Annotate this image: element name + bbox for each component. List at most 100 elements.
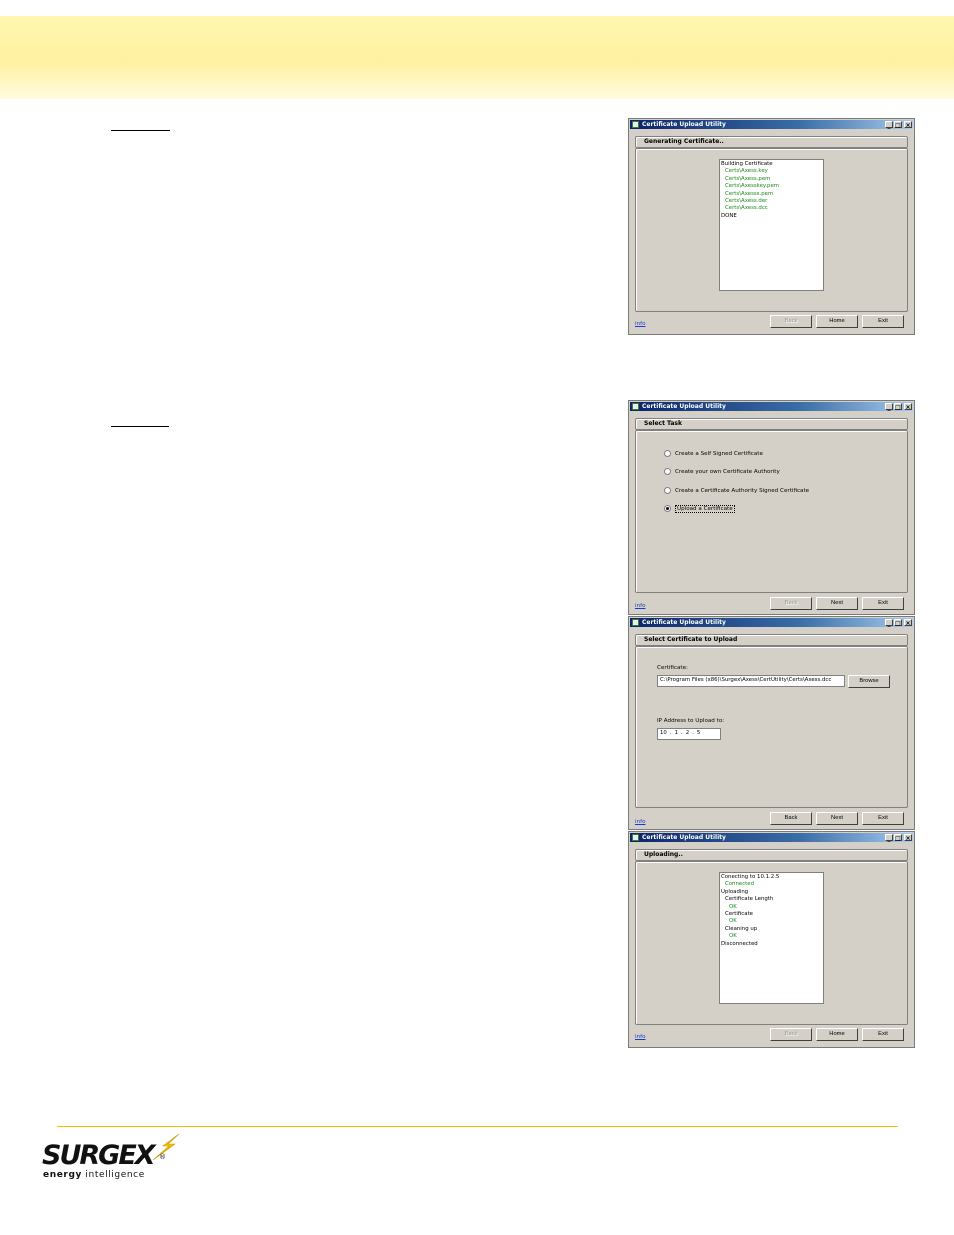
- app-icon: [632, 403, 639, 410]
- ip-dot: .: [692, 730, 694, 736]
- radio-label: Upload a Certificate: [675, 505, 735, 513]
- ip-dot: .: [669, 730, 672, 736]
- exit-button[interactable]: Exit: [862, 597, 904, 610]
- exit-button[interactable]: Exit: [862, 812, 904, 825]
- log-line: Cleaning up: [725, 925, 758, 932]
- group-header: Generating Certificate..: [635, 136, 908, 148]
- info-link[interactable]: info: [635, 1034, 646, 1040]
- browse-button[interactable]: Browse: [848, 675, 890, 688]
- registered-mark: ®: [159, 1153, 166, 1161]
- group-title: Select Certificate to Upload: [644, 636, 738, 643]
- close-icon[interactable]: ×: [904, 403, 912, 411]
- log-line: Certs\Axess.dcc: [725, 205, 768, 212]
- log-line: OK: [729, 903, 737, 910]
- header-band: [0, 16, 954, 99]
- ip-address-label: IP Address to Upload to:: [657, 718, 725, 724]
- info-link[interactable]: info: [635, 819, 646, 825]
- back-button[interactable]: Back: [770, 315, 812, 328]
- radio-label: Create a Certificate Authority Signed Ce…: [675, 488, 810, 494]
- log-output[interactable]: Building Certificate Certs\Axess.key Certs…: [719, 159, 824, 291]
- log-line: Certs\Axess.der: [725, 198, 768, 205]
- group-header: Uploading..: [635, 849, 908, 861]
- log-line: Conecting to 10.1.2.5: [721, 874, 780, 880]
- close-icon[interactable]: ×: [904, 121, 912, 129]
- back-button[interactable]: Back: [770, 597, 812, 610]
- log-line: Certificate Length: [725, 896, 774, 903]
- log-line: OK: [729, 918, 737, 925]
- ip-octet: 10: [660, 730, 667, 736]
- maximize-icon[interactable]: □: [894, 403, 902, 411]
- certificate-path-input[interactable]: C:\Program Files (x86)\Surgex\Axess\Cert…: [657, 675, 845, 687]
- log-line: Connected: [725, 881, 755, 888]
- window-title: Certificate Upload Utility: [642, 619, 726, 626]
- window-titlebar[interactable]: Certificate Upload Utility _ □ ×: [630, 120, 913, 129]
- footer-rule: [57, 1126, 898, 1127]
- radio-button-selected[interactable]: [664, 505, 671, 512]
- window-title: Certificate Upload Utility: [642, 121, 726, 128]
- window-titlebar[interactable]: Certificate Upload Utility _ □ ×: [630, 402, 913, 411]
- info-link[interactable]: info: [635, 603, 646, 609]
- step-heading-underline: [111, 130, 170, 131]
- close-icon[interactable]: ×: [904, 619, 912, 627]
- minimize-icon[interactable]: _: [885, 834, 893, 842]
- minimize-icon[interactable]: _: [885, 619, 893, 627]
- window-title: Certificate Upload Utility: [642, 834, 726, 841]
- radio-label: Create your own Certificate Authority: [675, 469, 780, 475]
- minimize-icon[interactable]: _: [885, 403, 893, 411]
- group-title: Generating Certificate..: [644, 138, 724, 145]
- window-titlebar[interactable]: Certificate Upload Utility _ □ ×: [630, 618, 913, 627]
- logo-tagline: energy intelligence: [43, 1170, 145, 1180]
- surgex-logo: SURGEX ® energy intelligence: [42, 1134, 192, 1186]
- info-link[interactable]: info: [635, 321, 646, 327]
- group-header: Select Certificate to Upload: [635, 634, 908, 646]
- group-title: Uploading..: [644, 851, 683, 858]
- radio-label: Create a Self Signed Certificate: [675, 451, 763, 457]
- step-heading-underline: [111, 426, 169, 427]
- task-option-ca-signed[interactable]: Create a Certificate Authority Signed Ce…: [664, 487, 809, 495]
- maximize-icon[interactable]: □: [894, 619, 902, 627]
- maximize-icon[interactable]: □: [894, 834, 902, 842]
- ip-octet: 5: [696, 730, 701, 736]
- ip-address-input[interactable]: 10. 1. 2. 5: [657, 728, 721, 740]
- log-line: Certs\Axess.key: [725, 168, 768, 175]
- home-button[interactable]: Home: [816, 315, 858, 328]
- task-option-upload[interactable]: Upload a Certificate: [664, 505, 735, 513]
- ip-dot: .: [681, 730, 683, 736]
- exit-button[interactable]: Exit: [862, 1028, 904, 1041]
- next-button[interactable]: Next: [816, 597, 858, 610]
- certificate-label: Certificate:: [657, 665, 688, 671]
- log-output[interactable]: Conecting to 10.1.2.5 Connected Uploading C…: [719, 872, 824, 1004]
- certificate-utility-window: Certificate Upload Utility _ □ × Uploadi…: [628, 831, 915, 1048]
- close-icon[interactable]: ×: [904, 834, 912, 842]
- log-line: Certs\Axess.pem: [725, 175, 771, 182]
- logo-tagline-rest: intelligence: [81, 1170, 145, 1180]
- certificate-utility-window: Certificate Upload Utility _ □ × Generat…: [628, 118, 915, 335]
- log-line: DONE: [721, 212, 737, 219]
- window-title: Certificate Upload Utility: [642, 403, 726, 410]
- group-header: Select Task: [635, 418, 908, 430]
- log-line: Disconnected: [721, 940, 758, 947]
- radio-button[interactable]: [664, 450, 671, 457]
- logo-wordmark: SURGEX: [42, 1140, 156, 1171]
- next-button[interactable]: Next: [816, 812, 858, 825]
- task-option-self-signed[interactable]: Create a Self Signed Certificate: [664, 450, 763, 458]
- logo-tagline-bold: energy: [43, 1170, 82, 1180]
- window-titlebar[interactable]: Certificate Upload Utility _ □ ×: [630, 833, 913, 842]
- task-option-own-ca[interactable]: Create your own Certificate Authority: [664, 468, 780, 476]
- group-title: Select Task: [644, 420, 682, 427]
- log-line: Certificate: [725, 911, 754, 918]
- home-button[interactable]: Home: [816, 1028, 858, 1041]
- back-button[interactable]: Back: [770, 1028, 812, 1041]
- back-button[interactable]: Back: [770, 812, 812, 825]
- exit-button[interactable]: Exit: [862, 315, 904, 328]
- app-icon: [632, 619, 639, 626]
- minimize-icon[interactable]: _: [885, 121, 893, 129]
- certificate-utility-window: Certificate Upload Utility _ □ × Select …: [628, 616, 915, 830]
- certificate-utility-window: Certificate Upload Utility _ □ × Select …: [628, 400, 915, 615]
- radio-button[interactable]: [664, 468, 671, 475]
- maximize-icon[interactable]: □: [894, 121, 902, 129]
- app-icon: [632, 834, 639, 841]
- radio-button[interactable]: [664, 487, 671, 494]
- log-line: Certs\Axesss.pem: [725, 190, 774, 197]
- log-line: Uploading: [721, 888, 749, 895]
